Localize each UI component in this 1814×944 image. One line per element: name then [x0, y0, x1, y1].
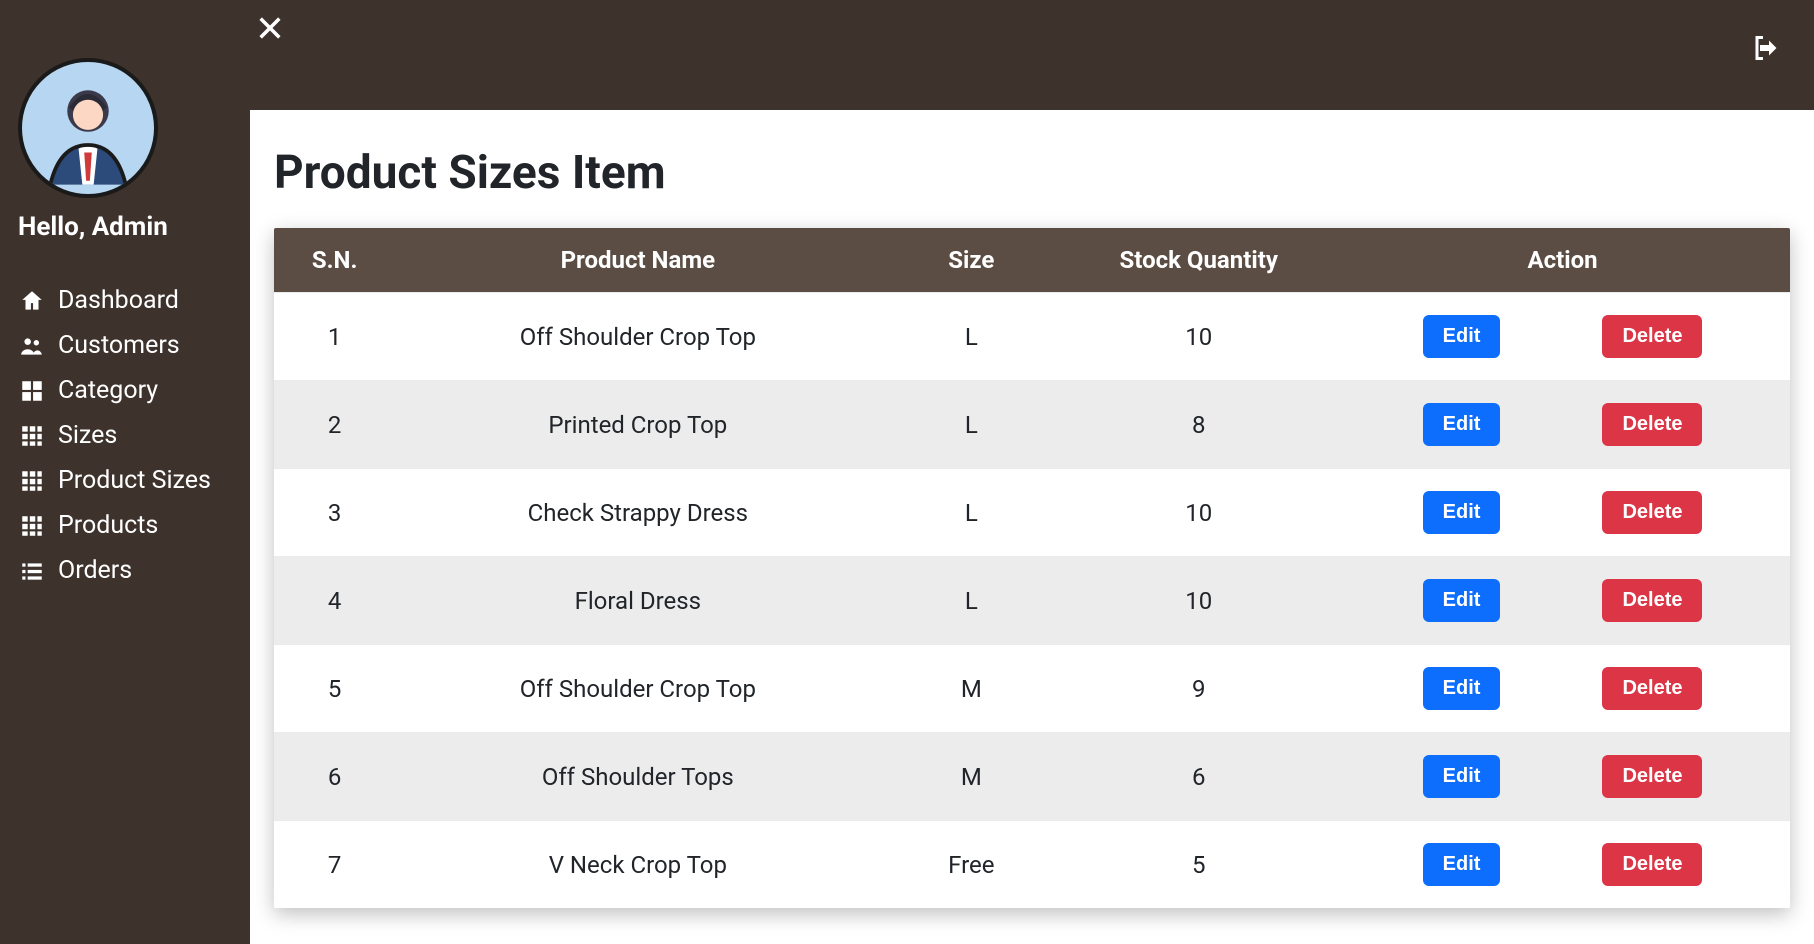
delete-button[interactable]: Delete [1602, 843, 1702, 886]
cell-size: M [880, 645, 1062, 733]
cell-product-name: Printed Crop Top [395, 381, 880, 469]
th-sn: S.N. [274, 228, 395, 293]
cell-size: L [880, 293, 1062, 381]
sidebar-item-label: Dashboard [58, 286, 179, 315]
cell-stock-qty: 10 [1062, 469, 1335, 557]
sidebar-item-label: Product Sizes [58, 466, 211, 495]
cell-product-name: Floral Dress [395, 557, 880, 645]
sidebar-item-customers[interactable]: Customers [18, 331, 232, 360]
content-area: Product Sizes Item S.N. Product Name Siz… [250, 110, 1814, 944]
cell-stock-qty: 10 [1062, 557, 1335, 645]
cell-sn: 1 [274, 293, 395, 381]
cell-action: Edit Delete [1335, 821, 1790, 909]
th-size: Size [880, 228, 1062, 293]
cell-size: M [880, 733, 1062, 821]
cell-product-name: Off Shoulder Crop Top [395, 293, 880, 381]
cell-action: Edit Delete [1335, 733, 1790, 821]
grid-icon [18, 468, 46, 494]
delete-button[interactable]: Delete [1602, 315, 1702, 358]
cell-sn: 4 [274, 557, 395, 645]
page-title: Product Sizes Item [274, 146, 1790, 200]
cell-action: Edit Delete [1335, 557, 1790, 645]
grid-large-icon [18, 378, 46, 404]
cell-size: L [880, 469, 1062, 557]
table-row: 3Check Strappy DressL10 Edit Delete [274, 469, 1790, 557]
cell-stock-qty: 6 [1062, 733, 1335, 821]
cell-size: L [880, 381, 1062, 469]
close-sidebar-button[interactable] [256, 14, 284, 46]
close-icon [256, 14, 284, 42]
sidebar: Hello, Admin Dashboard Customers [0, 0, 250, 944]
product-sizes-table-card: S.N. Product Name Size Stock Quantity Ac… [274, 228, 1790, 908]
th-stock-qty: Stock Quantity [1062, 228, 1335, 293]
table-row: 7V Neck Crop TopFree5 Edit Delete [274, 821, 1790, 909]
cell-product-name: Check Strappy Dress [395, 469, 880, 557]
edit-button[interactable]: Edit [1423, 843, 1501, 886]
sidebar-item-orders[interactable]: Orders [18, 556, 232, 585]
table-row: 1Off Shoulder Crop TopL10 Edit Delete [274, 293, 1790, 381]
greeting-text: Hello, Admin [18, 212, 232, 242]
delete-button[interactable]: Delete [1602, 755, 1702, 798]
product-sizes-table: S.N. Product Name Size Stock Quantity Ac… [274, 228, 1790, 908]
cell-product-name: V Neck Crop Top [395, 821, 880, 909]
edit-button[interactable]: Edit [1423, 579, 1501, 622]
edit-button[interactable]: Edit [1423, 755, 1501, 798]
sidebar-item-label: Products [58, 511, 158, 540]
sidebar-item-label: Sizes [58, 421, 117, 450]
cell-stock-qty: 8 [1062, 381, 1335, 469]
sidebar-item-product-sizes[interactable]: Product Sizes [18, 466, 232, 495]
delete-button[interactable]: Delete [1602, 579, 1702, 622]
topbar [250, 0, 1814, 110]
th-product-name: Product Name [395, 228, 880, 293]
cell-size: L [880, 557, 1062, 645]
cell-sn: 2 [274, 381, 395, 469]
logout-icon [1748, 30, 1784, 66]
edit-button[interactable]: Edit [1423, 491, 1501, 534]
cell-product-name: Off Shoulder Tops [395, 733, 880, 821]
avatar-wrap [18, 58, 232, 198]
users-icon [18, 333, 46, 359]
delete-button[interactable]: Delete [1602, 491, 1702, 534]
cell-action: Edit Delete [1335, 381, 1790, 469]
th-action: Action [1335, 228, 1790, 293]
cell-stock-qty: 9 [1062, 645, 1335, 733]
sidebar-item-category[interactable]: Category [18, 376, 232, 405]
table-row: 2Printed Crop TopL8 Edit Delete [274, 381, 1790, 469]
cell-sn: 5 [274, 645, 395, 733]
cell-action: Edit Delete [1335, 293, 1790, 381]
list-icon [18, 558, 46, 584]
sidebar-item-label: Category [58, 376, 158, 405]
sidebar-item-products[interactable]: Products [18, 511, 232, 540]
table-row: 4Floral DressL10 Edit Delete [274, 557, 1790, 645]
edit-button[interactable]: Edit [1423, 403, 1501, 446]
delete-button[interactable]: Delete [1602, 667, 1702, 710]
grid-icon [18, 423, 46, 449]
edit-button[interactable]: Edit [1423, 667, 1501, 710]
cell-product-name: Off Shoulder Crop Top [395, 645, 880, 733]
cell-sn: 6 [274, 733, 395, 821]
cell-sn: 7 [274, 821, 395, 909]
cell-action: Edit Delete [1335, 469, 1790, 557]
cell-sn: 3 [274, 469, 395, 557]
delete-button[interactable]: Delete [1602, 403, 1702, 446]
sidebar-item-label: Customers [58, 331, 180, 360]
home-icon [18, 288, 46, 314]
cell-stock-qty: 5 [1062, 821, 1335, 909]
sidebar-item-sizes[interactable]: Sizes [18, 421, 232, 450]
table-row: 5Off Shoulder Crop TopM9 Edit Delete [274, 645, 1790, 733]
cell-action: Edit Delete [1335, 645, 1790, 733]
cell-stock-qty: 10 [1062, 293, 1335, 381]
avatar [18, 58, 158, 198]
sidebar-item-dashboard[interactable]: Dashboard [18, 286, 232, 315]
grid-icon [18, 513, 46, 539]
logout-button[interactable] [1748, 30, 1784, 70]
sidebar-nav: Dashboard Customers Category [18, 286, 232, 585]
table-row: 6Off Shoulder TopsM6EditDelete [274, 733, 1790, 821]
sidebar-item-label: Orders [58, 556, 132, 585]
edit-button[interactable]: Edit [1423, 315, 1501, 358]
cell-size: Free [880, 821, 1062, 909]
